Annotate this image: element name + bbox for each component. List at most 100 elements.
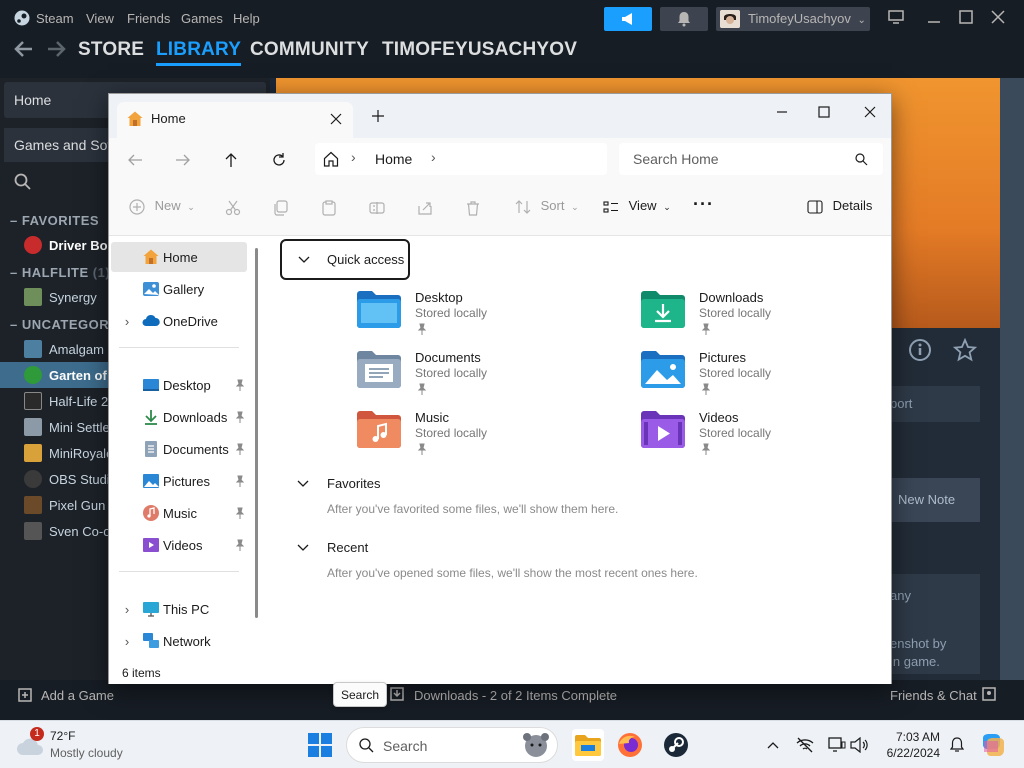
search-icon[interactable] xyxy=(14,173,32,191)
quick-access-item-downloads[interactable]: Downloads Stored locally xyxy=(641,290,891,346)
refresh-icon[interactable] xyxy=(267,148,291,172)
nav-community[interactable]: COMMUNITY xyxy=(250,39,369,61)
steam-menu-games[interactable]: Games xyxy=(181,11,223,26)
chevron-right-icon[interactable]: › xyxy=(121,602,133,617)
info-icon[interactable] xyxy=(908,338,932,362)
downloads-status[interactable]: Downloads - 2 of 2 Items Complete xyxy=(414,688,617,703)
chevron-up-icon[interactable] xyxy=(764,736,782,754)
new-button[interactable]: New ⌄ xyxy=(129,198,195,218)
chevron-right-icon[interactable]: › xyxy=(431,149,436,165)
chevron-right-icon[interactable]: › xyxy=(121,634,133,649)
close-icon[interactable] xyxy=(857,100,883,124)
more-options-icon[interactable]: ··· xyxy=(693,194,714,214)
delete-icon[interactable] xyxy=(465,198,481,218)
display-icon[interactable] xyxy=(828,736,846,754)
add-game-button[interactable]: Add a Game xyxy=(41,688,114,703)
forward-arrow-icon[interactable] xyxy=(46,39,66,59)
breadcrumb-home[interactable]: Home xyxy=(375,151,412,167)
navigation-pane: Home Gallery › OneDrive Desktop Download… xyxy=(109,236,269,660)
cut-icon[interactable] xyxy=(225,198,241,218)
steam-menubar: Steam View Friends Games Help TimofeyUsa… xyxy=(0,0,1024,34)
quick-access-item-desktop[interactable]: Desktop Stored locally xyxy=(357,290,607,346)
new-note-button[interactable]: New Note xyxy=(890,478,980,522)
quick-access-header[interactable]: Quick access xyxy=(280,239,410,280)
nav-item-home[interactable]: Home xyxy=(111,242,247,272)
quick-access-item-documents[interactable]: Documents Stored locally xyxy=(357,350,607,406)
paste-icon[interactable] xyxy=(321,198,337,218)
pin-icon[interactable] xyxy=(234,410,246,424)
nav-item-pictures[interactable]: Pictures xyxy=(111,466,247,496)
breadcrumb[interactable]: › Home › xyxy=(315,143,607,175)
pin-icon[interactable] xyxy=(234,506,246,520)
nav-item-music[interactable]: Music xyxy=(111,498,247,528)
clock[interactable]: 7:03 AM 6/22/2024 xyxy=(876,729,940,761)
network-disconnected-icon[interactable] xyxy=(796,736,814,754)
nav-item-downloads[interactable]: Downloads xyxy=(111,402,247,432)
maximize-icon[interactable] xyxy=(954,6,978,28)
nav-item-videos[interactable]: Videos xyxy=(111,530,247,560)
scrollbar[interactable] xyxy=(1000,78,1024,680)
view-button[interactable]: View ⌄ xyxy=(603,198,671,218)
quick-access-item-pictures[interactable]: Pictures Stored locally xyxy=(641,350,891,406)
tab-home[interactable]: Home xyxy=(117,102,353,138)
steam-taskbar-icon[interactable] xyxy=(660,729,692,761)
close-tab-icon[interactable] xyxy=(329,112,343,126)
back-arrow-icon[interactable] xyxy=(14,39,34,59)
chevron-right-icon[interactable]: › xyxy=(121,314,133,329)
support-button[interactable]: port xyxy=(890,386,980,422)
steam-menu-help[interactable]: Help xyxy=(233,11,260,26)
scrollbar[interactable] xyxy=(255,248,258,618)
volume-icon[interactable] xyxy=(850,736,868,754)
bell-icon[interactable] xyxy=(948,736,966,754)
big-picture-button[interactable] xyxy=(884,6,908,28)
close-icon[interactable] xyxy=(986,6,1010,28)
account-menu[interactable]: TimofeyUsachyov ⌄ xyxy=(716,7,870,31)
quick-access-item-videos[interactable]: Videos Stored locally xyxy=(641,410,891,466)
taskbar-search-box[interactable]: Search xyxy=(346,727,558,763)
firefox-icon[interactable] xyxy=(614,729,646,761)
minimize-icon[interactable] xyxy=(922,6,946,28)
category-favorites[interactable]: – FAVORITES xyxy=(10,213,99,228)
weather-widget[interactable]: 1 72°F Mostly cloudy xyxy=(14,726,174,766)
forward-arrow-icon[interactable] xyxy=(171,148,195,172)
minimize-icon[interactable] xyxy=(769,100,795,124)
up-arrow-icon[interactable] xyxy=(219,148,243,172)
home-icon[interactable] xyxy=(323,151,339,167)
start-windows-icon[interactable] xyxy=(306,731,334,759)
details-button[interactable]: Details xyxy=(807,198,872,218)
rename-icon[interactable] xyxy=(369,198,385,218)
nav-item-this-pc[interactable]: › This PC xyxy=(111,594,247,624)
maximize-icon[interactable] xyxy=(811,100,837,124)
pin-icon[interactable] xyxy=(234,442,246,456)
sort-button[interactable]: Sort ⌄ xyxy=(515,198,579,218)
pin-icon[interactable] xyxy=(234,538,246,552)
search-input[interactable]: Search Home xyxy=(619,143,883,175)
steam-menu-view[interactable]: View xyxy=(86,11,114,26)
nav-item-onedrive[interactable]: › OneDrive xyxy=(111,306,247,336)
nav-profile[interactable]: TIMOFEYUSACHYOV xyxy=(382,39,577,61)
pin-icon[interactable] xyxy=(234,474,246,488)
pin-icon[interactable] xyxy=(234,378,246,392)
recent-header[interactable]: Recent xyxy=(297,540,368,555)
nav-item-gallery[interactable]: Gallery xyxy=(111,274,247,304)
announcements-button[interactable] xyxy=(604,7,652,31)
nav-store[interactable]: STORE xyxy=(78,39,144,61)
nav-item-desktop[interactable]: Desktop xyxy=(111,370,247,400)
copy-icon[interactable] xyxy=(273,198,289,218)
nav-item-documents[interactable]: Documents xyxy=(111,434,247,464)
nav-item-network[interactable]: › Network xyxy=(111,626,247,656)
favorites-header[interactable]: Favorites xyxy=(297,476,380,491)
star-icon[interactable] xyxy=(953,338,977,362)
nav-library[interactable]: LIBRARY xyxy=(156,39,242,66)
friends-chat-button[interactable]: Friends & Chat xyxy=(890,688,977,703)
copilot-icon[interactable] xyxy=(978,731,1006,759)
steam-menu-friends[interactable]: Friends xyxy=(127,11,170,26)
file-explorer-taskbar-icon[interactable] xyxy=(572,729,604,761)
notifications-button[interactable] xyxy=(660,7,708,31)
new-tab-icon[interactable] xyxy=(369,107,387,125)
back-arrow-icon[interactable] xyxy=(123,148,147,172)
steam-menu-steam[interactable]: Steam xyxy=(36,11,74,26)
share-icon[interactable] xyxy=(417,198,433,218)
category-halflife[interactable]: – HALFLITE (1) xyxy=(10,265,110,280)
quick-access-item-music[interactable]: Music Stored locally xyxy=(357,410,607,466)
